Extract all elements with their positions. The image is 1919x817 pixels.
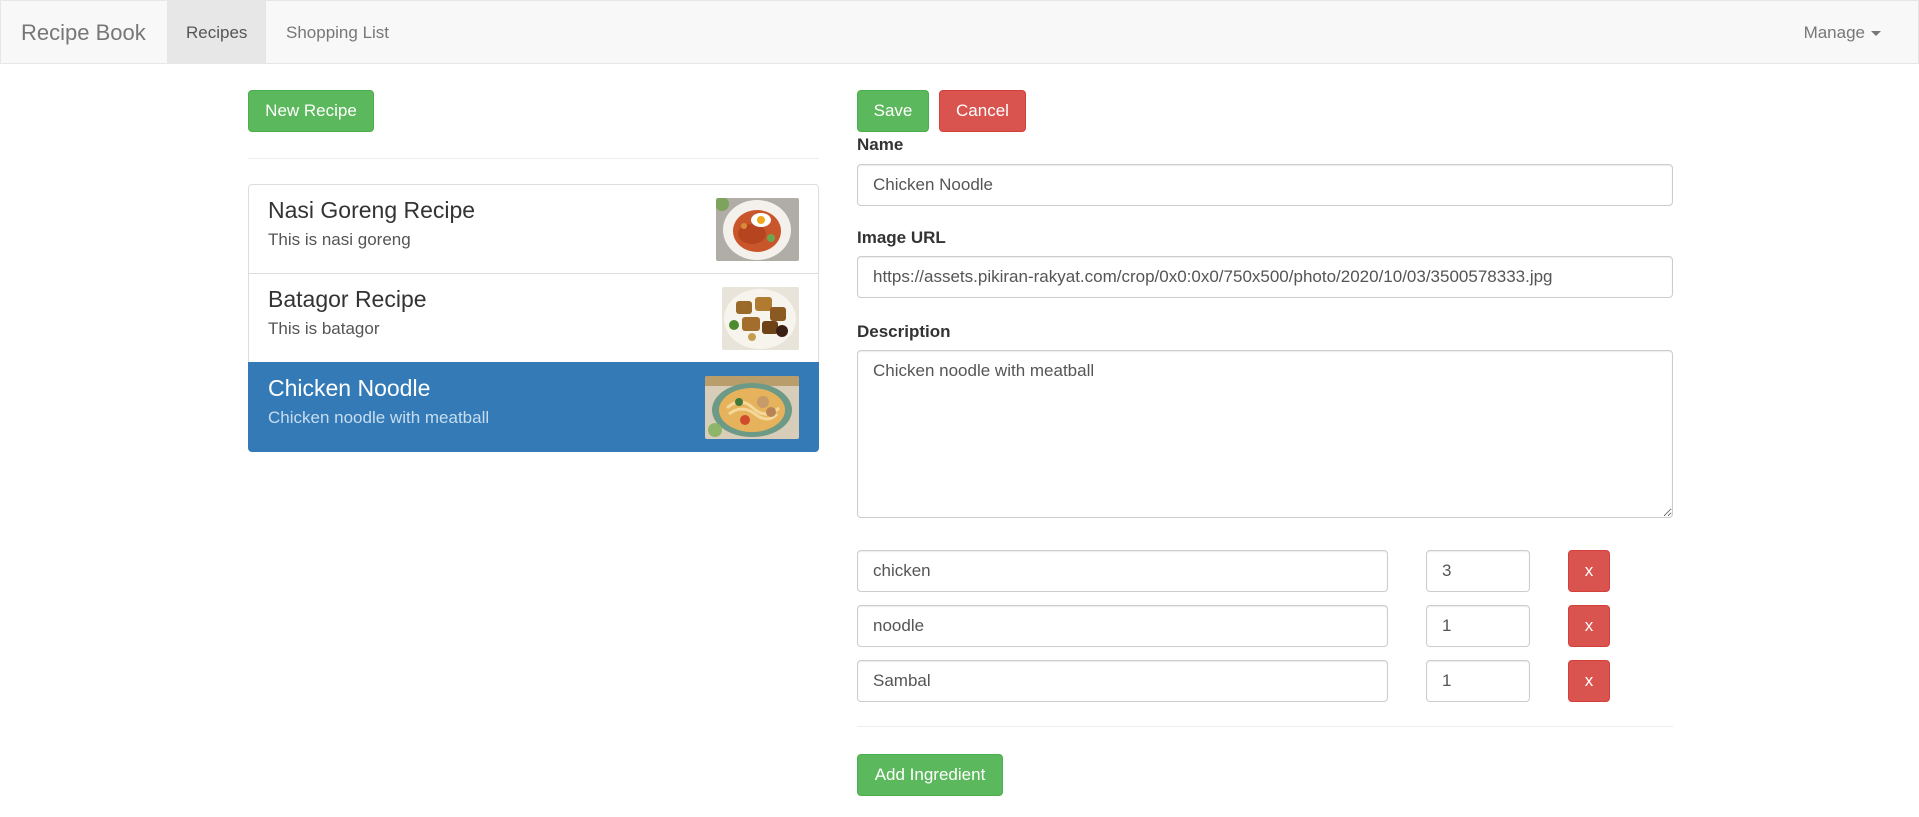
manage-label: Manage bbox=[1803, 23, 1865, 42]
batagor-image bbox=[722, 287, 799, 350]
ingredient-amount-input[interactable] bbox=[1426, 550, 1530, 592]
chicken-noodle-image-svg bbox=[705, 376, 799, 439]
recipe-item-chicken-noodle[interactable]: Chicken Noodle Chicken noodle with meatb… bbox=[248, 362, 819, 452]
ingredient-name-input[interactable] bbox=[857, 550, 1388, 592]
brand-link[interactable]: Recipe Book bbox=[21, 1, 146, 65]
recipe-name: Chicken Noodle bbox=[268, 375, 431, 401]
cancel-button[interactable]: Cancel bbox=[939, 90, 1026, 132]
recipe-name: Nasi Goreng Recipe bbox=[268, 197, 476, 223]
divider bbox=[248, 158, 819, 159]
description-label: Description bbox=[857, 322, 951, 341]
recipe-item-nasi-goreng[interactable]: Nasi Goreng Recipe This is nasi goreng bbox=[248, 184, 819, 274]
ingredient-name-input[interactable] bbox=[857, 605, 1388, 647]
remove-ingredient-button[interactable]: x bbox=[1568, 550, 1610, 592]
new-recipe-button[interactable]: New Recipe bbox=[248, 90, 374, 132]
recipe-list: Nasi Goreng Recipe This is nasi goreng B… bbox=[248, 184, 819, 452]
recipe-item-batagor[interactable]: Batagor Recipe This is batagor bbox=[248, 273, 819, 363]
remove-ingredient-button[interactable]: x bbox=[1568, 605, 1610, 647]
nav-shopping-list[interactable]: Shopping List bbox=[267, 1, 408, 64]
name-input[interactable] bbox=[857, 164, 1673, 206]
recipe-name: Batagor Recipe bbox=[268, 286, 427, 312]
recipe-description: This is nasi goreng bbox=[268, 230, 411, 249]
image-url-label: Image URL bbox=[857, 228, 946, 247]
batagor-image-svg bbox=[722, 287, 799, 350]
ingredient-amount-input[interactable] bbox=[1426, 605, 1530, 647]
name-label: Name bbox=[857, 135, 904, 154]
add-ingredient-button[interactable]: Add Ingredient bbox=[857, 754, 1003, 796]
recipe-description: Chicken noodle with meatball bbox=[268, 408, 490, 427]
chicken-noodle-image bbox=[705, 376, 799, 439]
divider bbox=[857, 726, 1673, 727]
nasi-goreng-image bbox=[716, 198, 799, 261]
image-url-input[interactable] bbox=[857, 256, 1673, 298]
remove-ingredient-button[interactable]: x bbox=[1568, 660, 1610, 702]
description-textarea[interactable]: Chicken noodle with meatball bbox=[857, 350, 1673, 518]
recipe-description: This is batagor bbox=[268, 319, 380, 338]
ingredient-name-input[interactable] bbox=[857, 660, 1388, 702]
caret-down-icon bbox=[1871, 31, 1881, 37]
save-button[interactable]: Save bbox=[857, 90, 929, 132]
nasi-goreng-image-svg bbox=[716, 198, 799, 261]
nav-recipes[interactable]: Recipes bbox=[167, 1, 267, 64]
ingredient-amount-input[interactable] bbox=[1426, 660, 1530, 702]
navbar: Recipe Book Recipes Shopping List Manage bbox=[0, 0, 1919, 64]
manage-dropdown[interactable]: Manage bbox=[1785, 1, 1900, 64]
